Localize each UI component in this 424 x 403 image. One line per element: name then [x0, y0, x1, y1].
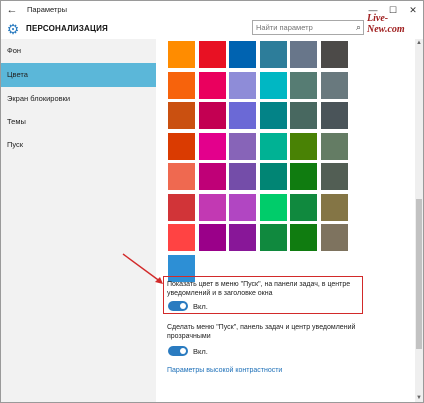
color-swatch[interactable] [198, 102, 226, 129]
color-swatch[interactable] [320, 102, 348, 129]
transparency-option-text-line2: прозрачными [167, 333, 211, 340]
color-swatch[interactable] [290, 224, 317, 251]
search-input[interactable] [256, 21, 346, 34]
toggle-knob [180, 303, 186, 309]
scroll-up-icon[interactable]: ▲ [415, 39, 423, 47]
toggle-knob [180, 348, 186, 354]
color-swatch[interactable] [320, 193, 348, 221]
color-swatch[interactable] [290, 163, 317, 190]
search-icon[interactable]: ⌕ [356, 21, 361, 34]
color-swatch[interactable] [229, 102, 256, 129]
color-swatch[interactable] [198, 193, 226, 221]
color-swatch[interactable] [290, 193, 317, 221]
show-color-option-text-line2: уведомлений и в заголовке окна [167, 290, 273, 297]
show-color-option-text-line1: Показать цвет в меню "Пуск", на панели з… [167, 281, 351, 288]
sidebar-item-background[interactable]: Фон [1, 39, 156, 63]
color-swatch[interactable] [229, 132, 256, 160]
sidebar-item-lock-screen[interactable]: Экран блокировки [1, 87, 156, 111]
annotation-arrow-icon [122, 253, 163, 284]
color-swatch[interactable] [259, 224, 287, 251]
settings-window: ← Параметры — ☐ ✕ ⚙ ПЕРСОНАЛИЗАЦИЯ ⌕ Liv… [0, 0, 424, 403]
sidebar: Фон Цвета Экран блокировки Темы Пуск [1, 39, 156, 402]
sidebar-item-label: Темы [7, 117, 26, 126]
scrollbar-thumb[interactable] [416, 199, 422, 349]
color-swatch[interactable] [259, 41, 287, 68]
sidebar-item-start[interactable]: Пуск [1, 133, 156, 157]
color-swatch[interactable] [198, 71, 226, 99]
color-swatch[interactable] [168, 132, 195, 160]
transparency-toggle-label: Вкл. [193, 347, 208, 356]
color-swatch[interactable] [168, 102, 195, 129]
color-swatch[interactable] [259, 163, 287, 190]
color-swatch[interactable] [229, 193, 256, 221]
title-bar: ← Параметры — ☐ ✕ [1, 1, 423, 19]
color-swatch[interactable] [168, 193, 195, 221]
color-swatch[interactable] [259, 71, 287, 99]
color-swatch[interactable] [198, 224, 226, 251]
transparency-option-text-line1: Сделать меню "Пуск", панель задач и цент… [167, 324, 356, 331]
scrollbar[interactable]: ▲ ▼ [415, 39, 423, 402]
color-swatch[interactable] [229, 224, 256, 251]
color-swatch[interactable] [198, 163, 226, 190]
color-swatch[interactable] [290, 102, 317, 129]
color-swatch[interactable] [259, 102, 287, 129]
color-swatch[interactable] [320, 163, 348, 190]
color-swatch[interactable] [290, 71, 317, 99]
sidebar-item-label: Фон [7, 46, 22, 55]
search-box[interactable]: ⌕ [252, 20, 364, 35]
watermark-text: Live-New.com [367, 13, 405, 35]
color-swatch[interactable] [229, 41, 256, 68]
color-swatch[interactable] [320, 132, 348, 160]
show-color-toggle-label: Вкл. [193, 302, 208, 311]
color-swatch[interactable] [168, 41, 195, 68]
color-swatch[interactable] [229, 163, 256, 190]
color-swatch[interactable] [320, 224, 348, 251]
back-arrow-icon[interactable]: ← [5, 3, 19, 17]
color-swatch[interactable] [320, 71, 348, 99]
color-swatch[interactable] [198, 41, 226, 68]
color-swatch[interactable] [168, 71, 195, 99]
sidebar-item-themes[interactable]: Темы [1, 110, 156, 134]
transparency-toggle[interactable] [168, 346, 188, 356]
color-swatch[interactable] [229, 71, 256, 99]
color-swatch[interactable] [320, 41, 348, 68]
gear-icon: ⚙ [6, 21, 20, 37]
color-swatch[interactable] [168, 224, 195, 251]
window-title: Параметры [27, 5, 67, 14]
color-swatch[interactable] [198, 132, 226, 160]
scroll-down-icon[interactable]: ▼ [415, 394, 423, 402]
color-swatch[interactable] [168, 163, 195, 190]
color-swatch[interactable] [259, 132, 287, 160]
sidebar-item-label: Экран блокировки [7, 94, 71, 103]
page-title: ПЕРСОНАЛИЗАЦИЯ [26, 24, 108, 33]
color-swatch[interactable] [290, 132, 317, 160]
show-color-toggle[interactable] [168, 301, 188, 311]
color-swatch[interactable] [290, 41, 317, 68]
sidebar-item-label: Пуск [7, 140, 24, 149]
sidebar-item-colors[interactable]: Цвета [1, 63, 156, 87]
color-swatch[interactable] [259, 193, 287, 221]
sidebar-item-label: Цвета [7, 70, 28, 79]
high-contrast-settings-link[interactable]: Параметры высокой контрастности [167, 367, 282, 374]
